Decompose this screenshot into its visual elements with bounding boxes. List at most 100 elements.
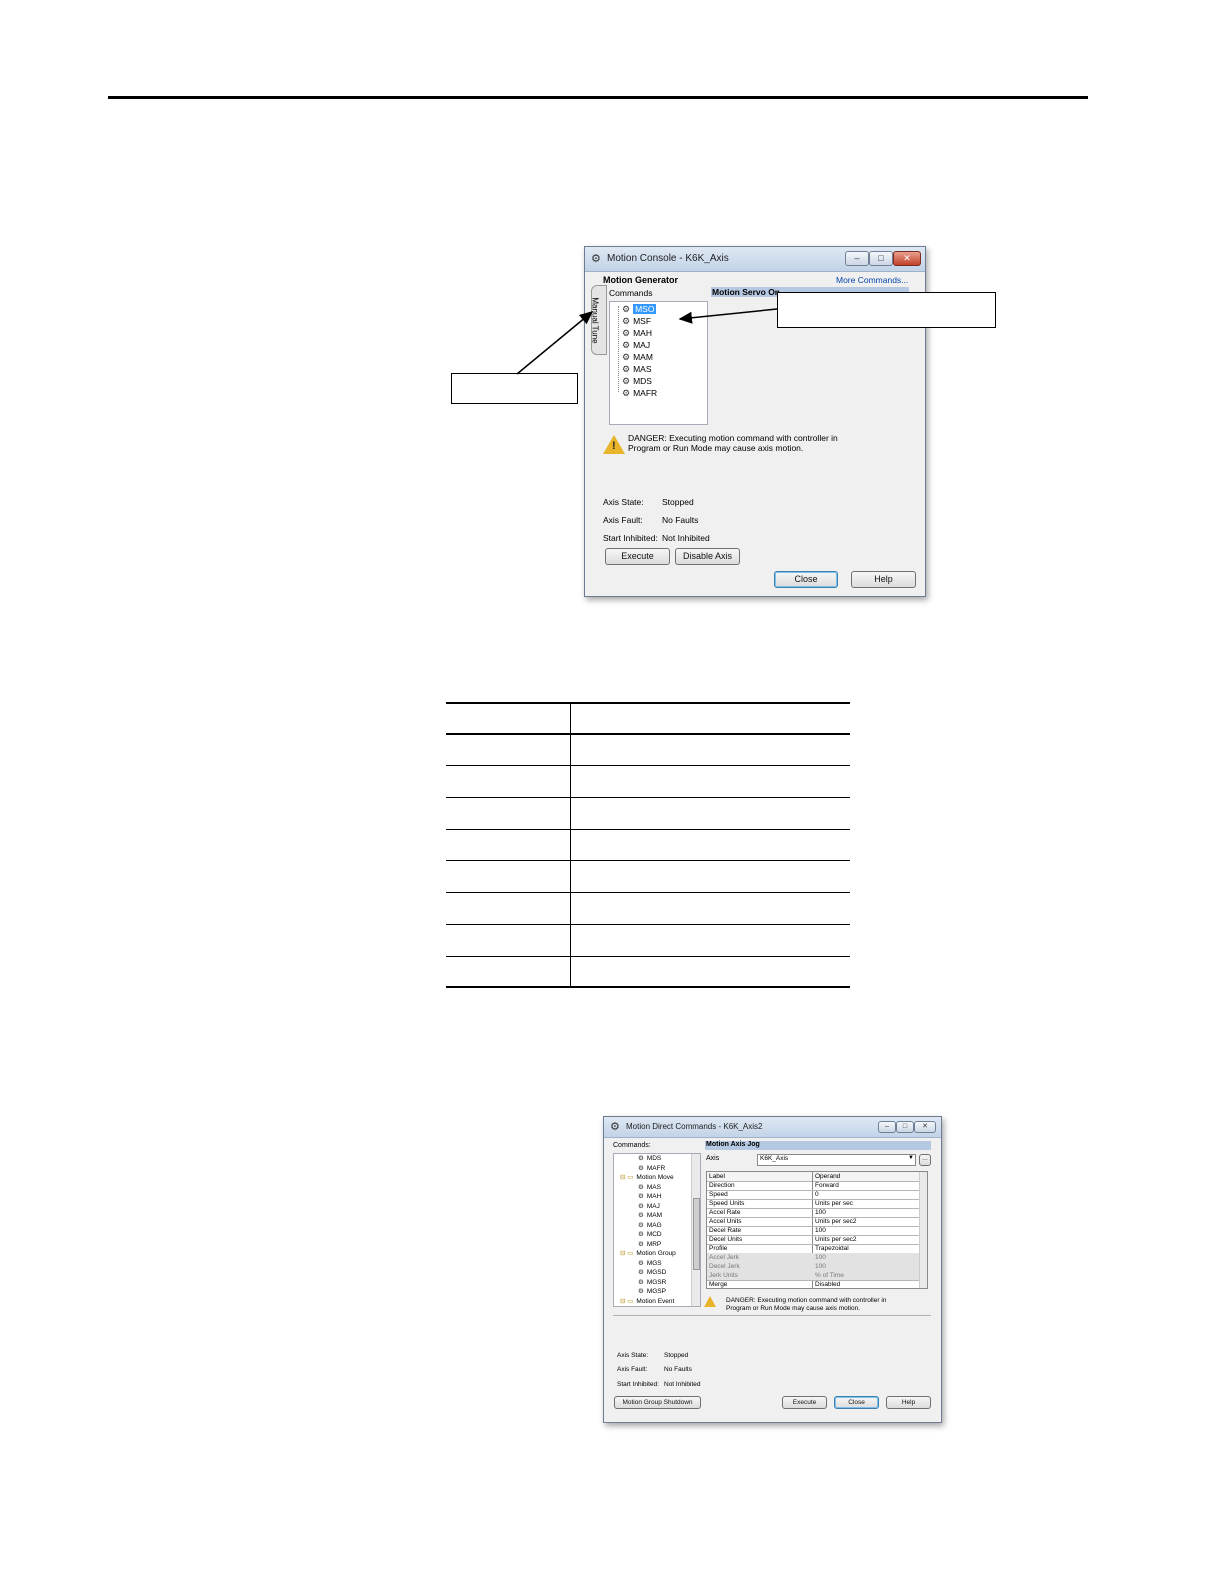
tree-item-label: MAFR bbox=[646, 1164, 666, 1172]
grid-cell-label: Accel Jerk bbox=[709, 1254, 739, 1261]
axis-state-value-2: Stopped bbox=[664, 1352, 689, 1359]
tree-item-label: MAJ bbox=[646, 1202, 660, 1210]
grid-cell-operand: 100 bbox=[815, 1227, 826, 1234]
gear-icon: ⚙ bbox=[638, 1269, 644, 1276]
tree-item[interactable]: ⚙ MAH bbox=[638, 1192, 661, 1200]
grid-cell-operand: % of Time bbox=[815, 1272, 844, 1279]
table-row-rule bbox=[446, 860, 850, 861]
grid-cell-label: Speed bbox=[709, 1191, 728, 1198]
tree-item[interactable]: ⚙ MCD bbox=[638, 1230, 662, 1238]
tree-item[interactable]: ⚙ MGSR bbox=[638, 1278, 666, 1286]
table-header-rule bbox=[446, 733, 850, 735]
tree-scrollbar[interactable] bbox=[691, 1154, 700, 1306]
grid-cell-operand: 100 bbox=[815, 1209, 826, 1216]
tree-item[interactable]: ⚙ MRP bbox=[638, 1240, 661, 1248]
parameter-grid[interactable]: Label Operand Direction Forward Speed 0 Spee… bbox=[706, 1171, 928, 1289]
maximize-button-2[interactable]: □ bbox=[896, 1121, 914, 1133]
axis-state-label-2: Axis State: bbox=[617, 1352, 649, 1359]
axis-fault-value-2: No Faults bbox=[664, 1366, 692, 1373]
tree-folder[interactable]: ⊟ ▭ Motion Move bbox=[620, 1173, 674, 1181]
axis-select[interactable]: K6K_Axis ▼ bbox=[757, 1154, 916, 1166]
motion-direct-commands-window: ⚙ Motion Direct Commands - K6K_Axis2 ‒ □… bbox=[603, 1116, 942, 1423]
table-bottom-rule bbox=[446, 986, 850, 988]
table-row-rule bbox=[446, 829, 850, 830]
gear-icon: ⚙ bbox=[638, 1288, 644, 1295]
tree-item[interactable]: ⚙ MDS bbox=[638, 1154, 661, 1162]
tree-item-label: Motion Event bbox=[636, 1297, 675, 1305]
gear-icon: ⚙ bbox=[610, 1121, 620, 1133]
grid-header-operand: Operand bbox=[815, 1173, 841, 1180]
help-button-2[interactable]: Help bbox=[886, 1396, 931, 1409]
grid-cell-label: Direction bbox=[709, 1182, 735, 1189]
commands-tree-2[interactable]: ⊟ ▭ Motion Event ⚙ MGSP ⚙ MGSR ⚙ MGSD ⚙ MGS ⊟ ▭ Mot… bbox=[613, 1153, 701, 1307]
grid-cell-label: Accel Units bbox=[709, 1218, 742, 1225]
tree-item-label: Motion Group bbox=[636, 1250, 676, 1257]
chevron-down-icon: ▼ bbox=[908, 1155, 914, 1161]
start-inhibited-label-2: Start Inhibited: bbox=[617, 1381, 659, 1388]
tree-item[interactable]: ⚙ MAG bbox=[638, 1221, 662, 1229]
commands-label-2: Commands: bbox=[613, 1142, 651, 1149]
tree-item[interactable]: ⚙ MAFR bbox=[638, 1164, 665, 1172]
folder-icon: ⊟ ▭ bbox=[620, 1297, 634, 1305]
grid-cell-operand: Units per sec2 bbox=[815, 1218, 857, 1225]
tree-item-label: Motion Move bbox=[636, 1174, 674, 1181]
grid-cell-label: Profile bbox=[709, 1245, 728, 1252]
tree-item[interactable]: ⚙ MAJ bbox=[638, 1202, 660, 1210]
grid-row[interactable]: Merge Disabled bbox=[707, 1280, 919, 1288]
tree-item-label: MAM bbox=[646, 1212, 662, 1219]
table-row-rule bbox=[446, 797, 850, 798]
gear-icon: ⚙ bbox=[638, 1212, 644, 1219]
grid-cell-label: Decel Units bbox=[709, 1236, 743, 1243]
table-row-rule bbox=[446, 924, 850, 925]
close-window-button-2[interactable]: ✕ bbox=[914, 1121, 936, 1133]
minimize-button-2[interactable]: ‒ bbox=[878, 1121, 896, 1133]
gear-icon: ⚙ bbox=[638, 1193, 644, 1200]
tree-item-label: MGSP bbox=[646, 1288, 666, 1295]
danger-text-line1-2: DANGER: Executing motion command with co… bbox=[726, 1297, 887, 1304]
execute-button-2[interactable]: Execute bbox=[782, 1396, 827, 1409]
grid-cell-operand: Forward bbox=[815, 1182, 839, 1189]
tree-item[interactable]: ⚙ MGS bbox=[638, 1259, 662, 1267]
window-title-2: Motion Direct Commands - K6K_Axis2 bbox=[626, 1122, 763, 1131]
close-button-2[interactable]: Close bbox=[834, 1396, 879, 1409]
tree-scrollbar-thumb[interactable] bbox=[693, 1198, 700, 1270]
tree-item[interactable]: ⚙ MAM bbox=[638, 1211, 662, 1219]
tree-folder[interactable]: ⊟ ▭ Motion Group bbox=[620, 1249, 676, 1257]
danger-text-line2-2: Program or Run Mode may cause axis motio… bbox=[726, 1305, 861, 1312]
warning-icon bbox=[704, 1296, 716, 1307]
grid-scrollbar[interactable] bbox=[919, 1172, 927, 1288]
tree-item-label: MGSR bbox=[646, 1278, 667, 1286]
gear-icon: ⚙ bbox=[638, 1164, 644, 1172]
table-row-rule bbox=[446, 765, 850, 766]
table-column-divider bbox=[570, 703, 571, 987]
grid-cell-label: Accel Rate bbox=[709, 1209, 741, 1216]
tree-item-label: MDS bbox=[646, 1155, 662, 1162]
gear-icon: ⚙ bbox=[638, 1231, 644, 1238]
gear-icon: ⚙ bbox=[638, 1240, 644, 1248]
tree-item-label: MRP bbox=[646, 1240, 662, 1248]
tree-folder[interactable]: ⊟ ▭ Motion Event bbox=[620, 1297, 674, 1305]
grid-cell-label: Merge bbox=[709, 1281, 728, 1288]
table-row-rule bbox=[446, 892, 850, 893]
axis-browse-button[interactable]: … bbox=[919, 1154, 931, 1166]
grid-cell-operand: Trapezoidal bbox=[815, 1245, 849, 1252]
start-inhibited-value-2: Not Inhibited bbox=[664, 1381, 701, 1388]
grid-cell-label: Decel Jerk bbox=[709, 1263, 740, 1270]
grid-cell-operand: Units per sec bbox=[815, 1200, 853, 1207]
gear-icon: ⚙ bbox=[638, 1221, 644, 1229]
tree-item[interactable]: ⚙ MGSD bbox=[638, 1268, 666, 1276]
tree-item[interactable]: ⚙ MGSP bbox=[638, 1287, 666, 1295]
axis-select-value: K6K_Axis bbox=[760, 1155, 789, 1162]
tree-item-label: MAG bbox=[646, 1221, 662, 1229]
gear-icon: ⚙ bbox=[638, 1259, 644, 1267]
tree-item-label: MGS bbox=[646, 1259, 662, 1267]
title-bar-2[interactable]: ⚙ Motion Direct Commands - K6K_Axis2 ‒ □… bbox=[604, 1117, 941, 1138]
motion-group-shutdown-button[interactable]: Motion Group Shutdown bbox=[614, 1396, 701, 1409]
table-top-rule bbox=[446, 702, 850, 704]
gear-icon: ⚙ bbox=[638, 1278, 644, 1286]
grid-cell-label: Jerk Units bbox=[709, 1272, 738, 1279]
table-row-rule bbox=[446, 956, 850, 957]
tree-item[interactable]: ⚙ MAS bbox=[638, 1183, 661, 1191]
folder-icon: ⊟ ▭ bbox=[620, 1250, 634, 1257]
grid-cell-operand: 0 bbox=[815, 1191, 819, 1198]
